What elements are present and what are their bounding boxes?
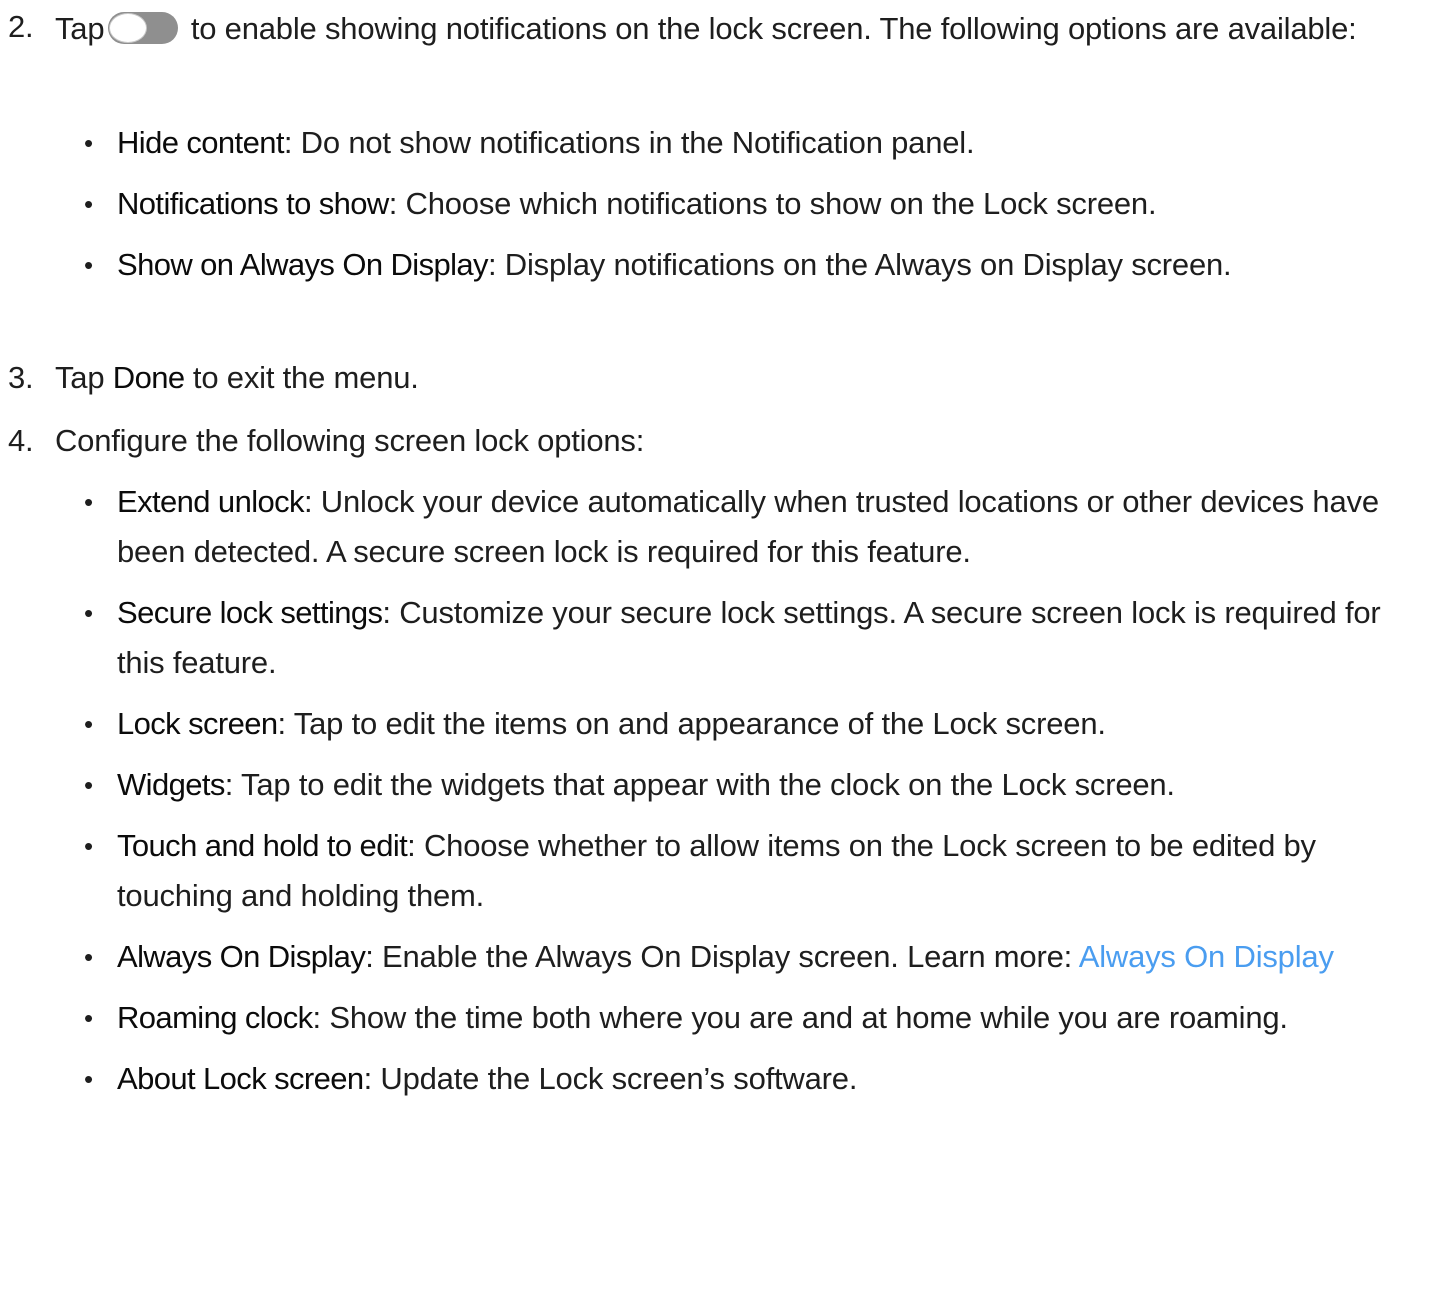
bullet-dot: •: [84, 189, 93, 219]
option-term: Show on Always On Display: [117, 247, 489, 282]
bullet-dot: •: [84, 1064, 93, 1094]
option-term: About Lock screen: [117, 1061, 364, 1096]
toggle-switch-icon: [108, 12, 179, 44]
list-item: • Touch and hold to edit: Choose whether …: [84, 821, 1419, 921]
step-4: 4. Configure the following screen lock o…: [8, 416, 1418, 466]
option-description: : Do not show notifications in the Notif…: [283, 125, 975, 160]
bullet-dot: •: [84, 250, 93, 280]
option-term: Hide content: [117, 125, 284, 160]
list-item: • Notifications to show: Choose which not…: [84, 179, 1419, 229]
bullet-dot: •: [84, 770, 93, 800]
step-2-options: • Hide content: Do not show notifications…: [84, 118, 1419, 301]
bullet-dot: •: [84, 128, 93, 158]
bullet-dot: •: [84, 831, 93, 861]
option-description: : Update the Lock screen’s software.: [363, 1061, 858, 1096]
bullet-dot: •: [84, 942, 93, 972]
step-3: 3. Tap Done to exit the menu.: [8, 353, 1418, 403]
bullet-dot: •: [84, 487, 93, 517]
list-item: • Secure lock settings: Customize your se…: [84, 588, 1419, 688]
option-description: : Tap to edit the items on and appearanc…: [277, 706, 1106, 741]
list-item: • Show on Always On Display: Display noti…: [84, 240, 1367, 290]
option-description: : Display notifications on the Always on…: [487, 247, 1232, 282]
list-item: • Widgets: Tap to edit the widgets that a…: [84, 760, 1327, 810]
option-description: : Unlock your device automatically when …: [117, 484, 1379, 569]
step-text-before: Tap: [55, 360, 113, 395]
bullet-dot: •: [84, 1003, 93, 1033]
list-item: • Hide content: Do not show notifications…: [84, 118, 1419, 168]
step-number: 2.: [8, 9, 34, 44]
step-text-after-toggle: to enable showing notifications on the l…: [190, 11, 1357, 46]
done-term: Done: [112, 360, 185, 395]
step-number: 4.: [8, 423, 34, 458]
list-item: • Extend unlock: Unlock your device autom…: [84, 477, 1419, 577]
option-term: Widgets: [117, 767, 225, 802]
step-text-after: to exit the menu.: [184, 360, 419, 395]
list-item: • Roaming clock: Show the time both where…: [84, 993, 1419, 1043]
bullet-dot: •: [84, 709, 93, 739]
step-text: Tap Done to exit the menu.: [55, 353, 1418, 403]
option-term: Always On Display: [117, 939, 366, 974]
option-description: : Show the time both where you are and a…: [312, 1000, 1289, 1035]
step-4-options: • Extend unlock: Unlock your device autom…: [84, 477, 1419, 1115]
option-description: : Enable the Always On Display screen. L…: [365, 939, 1079, 974]
list-item: • Always On Display: Enable the Always On…: [84, 932, 1419, 982]
option-term: Roaming clock: [117, 1000, 313, 1035]
option-description: : Choose which notifications to show on …: [388, 186, 1157, 221]
step-text-before-toggle: Tap: [55, 11, 105, 46]
step-2: 2. Tap to enable showing notifications o…: [8, 2, 1418, 56]
toggle-knob: [109, 13, 148, 43]
step-text: Configure the following screen lock opti…: [55, 423, 645, 458]
step-number: 3.: [8, 360, 34, 395]
option-term: Notifications to show: [117, 186, 389, 221]
list-item: • Lock screen: Tap to edit the items on a…: [84, 699, 1419, 749]
option-description: : Tap to edit the widgets that appear wi…: [224, 767, 1175, 802]
always-on-display-link[interactable]: Always On Display: [1079, 939, 1334, 974]
bullet-dot: •: [84, 598, 93, 628]
step-text: Tap to enable showing notifications on t…: [55, 2, 1418, 56]
option-term: Extend unlock: [117, 484, 305, 519]
option-term: Lock screen: [117, 706, 278, 741]
list-item: • About Lock screen: Update the Lock scre…: [84, 1054, 1419, 1104]
option-term: Secure lock settings: [117, 595, 383, 630]
option-term: Touch and hold to edit: [117, 828, 408, 863]
